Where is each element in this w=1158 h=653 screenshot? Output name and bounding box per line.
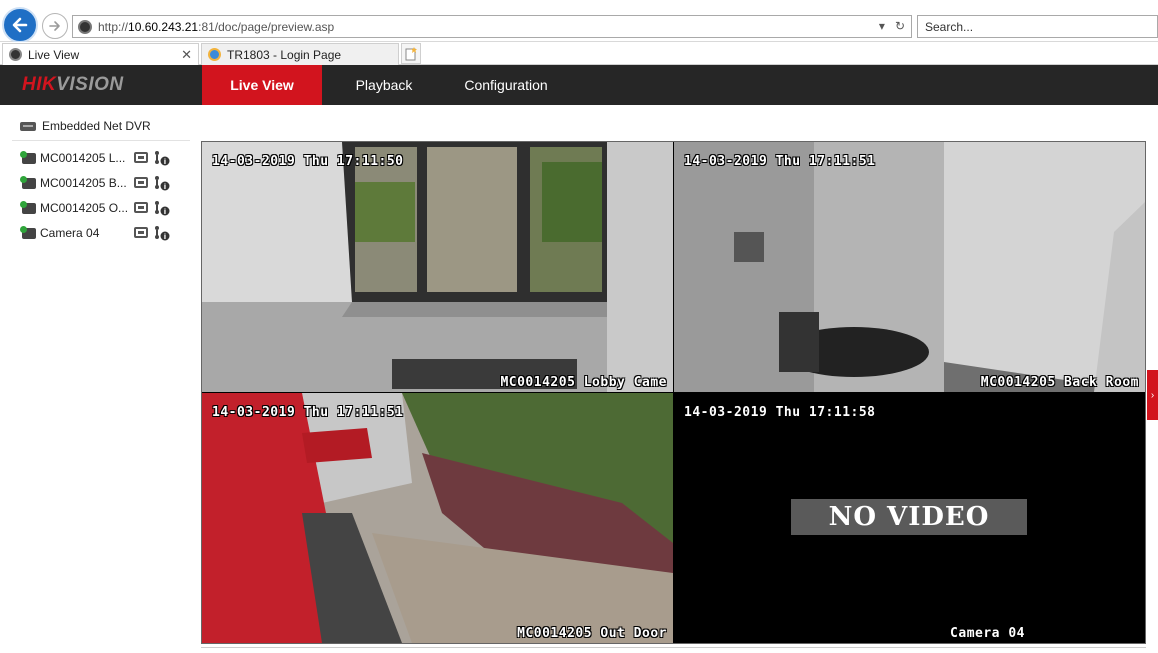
sidebar-divider — [12, 140, 190, 141]
timestamp-osd: 14-03-2019 Thu 17:11:50 — [212, 154, 404, 169]
address-bar[interactable]: http://10.60.243.21:81/doc/page/preview.… — [72, 15, 912, 38]
browser-toolbar: http://10.60.243.21:81/doc/page/preview.… — [0, 0, 1158, 43]
menu-playback[interactable]: Playback — [330, 65, 438, 105]
new-tab-button[interactable] — [401, 43, 421, 64]
lobby-video-frame — [202, 142, 673, 392]
record-icon[interactable] — [134, 227, 148, 238]
no-video-label: NO VIDEO — [791, 499, 1027, 535]
ie-icon — [208, 48, 221, 61]
tab-live-view[interactable]: Live View ✕ — [2, 43, 199, 65]
menu-live-view[interactable]: Live View — [202, 65, 322, 105]
camera-name-osd: Camera 04 — [950, 626, 1025, 641]
camera-icon — [20, 175, 36, 189]
site-icon — [78, 19, 92, 34]
video-window-2[interactable]: 14-03-2019 Thu 17:11:51 MC0014205 Back R… — [674, 142, 1145, 392]
camera-item-4[interactable]: Camera 04 i — [20, 224, 182, 242]
timestamp-osd: 14-03-2019 Thu 17:11:51 — [684, 154, 876, 169]
arrow-right-icon — [49, 21, 60, 31]
settings-icon[interactable]: i — [154, 175, 170, 191]
backroom-video-frame — [674, 142, 1145, 392]
video-grid: 14-03-2019 Thu 17:11:50 MC0014205 Lobby … — [201, 141, 1146, 644]
svg-text:i: i — [164, 183, 166, 191]
dvr-icon — [20, 121, 36, 131]
forward-button[interactable] — [42, 13, 68, 39]
close-icon[interactable]: ✕ — [181, 47, 192, 63]
camera-item-1[interactable]: MC0014205 L... i — [20, 149, 182, 167]
camera-item-3[interactable]: MC0014205 O... i — [20, 199, 182, 217]
device-tree-root[interactable]: Embedded Net DVR — [20, 119, 151, 133]
camera-name-osd: MC0014205 Back Room — [980, 375, 1139, 390]
video-window-4[interactable]: 14-03-2019 Thu 17:11:58 NO VIDEO Camera … — [674, 393, 1145, 643]
url-text: http://10.60.243.21:81/doc/page/preview.… — [98, 19, 335, 34]
site-icon — [9, 48, 22, 61]
tab-strip: Live View ✕ TR1803 - Login Page — [0, 42, 1158, 65]
expand-panel-button[interactable]: › — [1147, 370, 1158, 420]
svg-text:i: i — [164, 233, 166, 241]
outdoor-video-frame — [202, 393, 673, 643]
svg-text:i: i — [164, 158, 166, 166]
video-window-3[interactable]: 14-03-2019 Thu 17:11:51 MC0014205 Out Do… — [202, 393, 673, 643]
chevron-right-icon: › — [1150, 389, 1155, 401]
camera-name-osd: MC0014205 Lobby Came — [500, 375, 667, 390]
settings-icon[interactable]: i — [154, 225, 170, 241]
toolbar-divider — [201, 647, 1146, 648]
refresh-icon[interactable]: ↻ — [895, 19, 905, 33]
camera-name-osd: MC0014205 Out Door — [517, 626, 667, 641]
new-tab-icon — [405, 46, 417, 60]
settings-icon[interactable]: i — [154, 200, 170, 216]
app-header: HIKVISION Live View Playback Configurati… — [0, 65, 1158, 105]
search-input[interactable]: Search... — [917, 15, 1158, 38]
tab-login-page[interactable]: TR1803 - Login Page — [201, 43, 399, 65]
camera-item-2[interactable]: MC0014205 B... i — [20, 174, 182, 192]
timestamp-osd: 14-03-2019 Thu 17:11:58 — [684, 405, 876, 420]
dropdown-icon[interactable]: ▾ — [879, 19, 885, 33]
camera-icon — [20, 225, 36, 239]
arrow-left-icon — [12, 17, 28, 33]
video-window-1[interactable]: 14-03-2019 Thu 17:11:50 MC0014205 Lobby … — [202, 142, 673, 392]
record-icon[interactable] — [134, 202, 148, 213]
record-icon[interactable] — [134, 177, 148, 188]
camera-icon — [20, 200, 36, 214]
back-button[interactable] — [2, 7, 38, 43]
camera-icon — [20, 150, 36, 164]
timestamp-osd: 14-03-2019 Thu 17:11:51 — [212, 405, 404, 420]
hikvision-logo: HIKVISION — [22, 74, 124, 95]
menu-configuration[interactable]: Configuration — [448, 65, 564, 105]
settings-icon[interactable]: i — [154, 150, 170, 166]
record-icon[interactable] — [134, 152, 148, 163]
svg-text:i: i — [164, 208, 166, 216]
